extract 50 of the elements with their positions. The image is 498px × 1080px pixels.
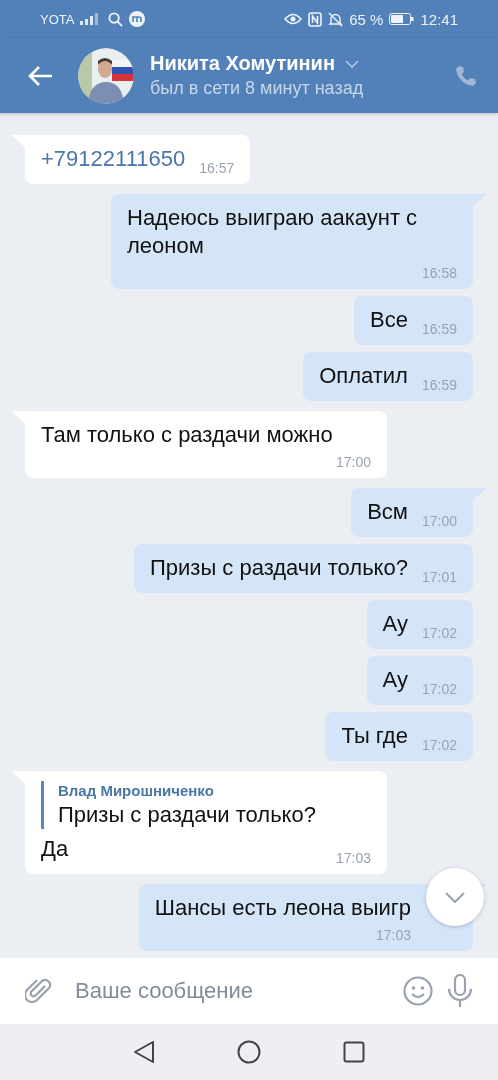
message-text: Ау xyxy=(382,610,408,638)
battery-icon xyxy=(389,13,415,25)
message-time: 17:00 xyxy=(334,453,371,471)
message-text: Все xyxy=(370,306,408,334)
paperclip-icon[interactable] xyxy=(25,977,53,1005)
message-text: Призы с раздачи только? xyxy=(150,554,408,582)
contact-name[interactable]: Никита Хомутинин xyxy=(150,52,335,75)
clock: 12:41 xyxy=(420,10,458,28)
message-text: Надеюсь выиграю аакаунт с леоном xyxy=(127,204,419,260)
message-text: Ты где xyxy=(341,722,408,750)
message-text: Там только с раздачи можно xyxy=(41,421,333,449)
app-icon xyxy=(129,11,146,27)
message-time: 16:57 xyxy=(198,159,235,177)
message-text: Да xyxy=(41,835,69,863)
nfc-icon xyxy=(308,11,323,27)
back-icon[interactable] xyxy=(27,64,53,87)
phone-link[interactable]: +79122111650 xyxy=(41,145,186,177)
microphone-icon[interactable] xyxy=(447,974,473,1008)
message-time: 16:59 xyxy=(420,376,457,394)
message-time: 17:02 xyxy=(420,736,457,754)
chevron-down-icon xyxy=(445,891,465,903)
scroll-down-button[interactable] xyxy=(426,868,484,926)
message-text: Всм xyxy=(367,498,408,526)
message-input[interactable]: Ваше сообщение xyxy=(67,972,389,1010)
message-time: 16:59 xyxy=(420,320,457,338)
search-icon xyxy=(108,11,124,27)
message-time: 17:00 xyxy=(420,512,457,530)
home-nav-icon[interactable] xyxy=(237,1040,261,1064)
quote-text: Призы с раздачи только? xyxy=(58,801,317,829)
message-time: 16:58 xyxy=(420,264,457,282)
carrier-name: YOTA xyxy=(40,11,75,27)
last-seen-status: был в сети 8 минут назад xyxy=(150,78,365,99)
message-text: Ау xyxy=(382,666,408,694)
message-text: Шансы есть леона выигр xyxy=(154,894,411,922)
message-field[interactable]: Ваше сообщение xyxy=(0,958,498,1024)
message-time: 17:02 xyxy=(420,624,457,642)
battery-percent: 65 % xyxy=(349,10,384,28)
eye-icon xyxy=(284,13,303,25)
message-time: 17:02 xyxy=(420,680,457,698)
quote-author: Влад Мирошниченко xyxy=(58,781,215,801)
chevron-down-icon[interactable] xyxy=(345,59,359,68)
message-time: 17:03 xyxy=(334,849,371,867)
emoji-icon[interactable] xyxy=(403,976,433,1006)
recents-nav-icon[interactable] xyxy=(343,1041,365,1063)
message-time: 17:03 xyxy=(374,926,411,944)
muted-bell-icon xyxy=(328,11,344,27)
phone-icon[interactable] xyxy=(454,63,478,88)
message-time: 17:01 xyxy=(420,568,457,586)
back-nav-icon[interactable] xyxy=(133,1040,155,1064)
message-text: Оплатил xyxy=(319,362,408,390)
